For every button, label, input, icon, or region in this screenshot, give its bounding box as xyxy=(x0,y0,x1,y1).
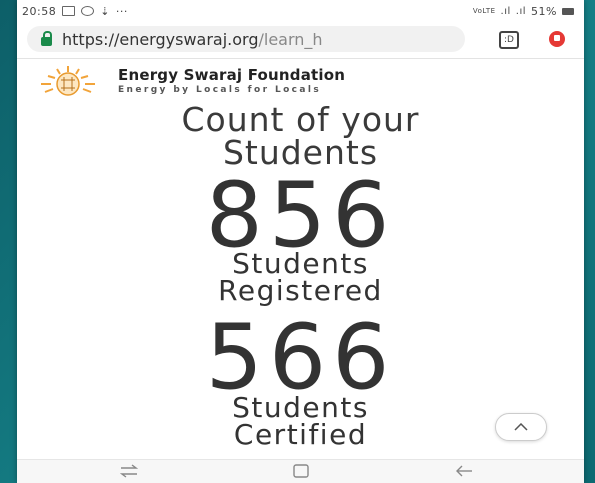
tab-switcher-button[interactable]: :D xyxy=(499,31,519,49)
phone-screen: 20:58 ⇣ ··· VoLTE .ıl .ıl 51% https://en… xyxy=(17,0,584,483)
sun-logo-icon[interactable] xyxy=(33,64,103,98)
gallery-icon xyxy=(62,6,76,16)
whatsapp-icon xyxy=(81,6,95,16)
browser-menu-button[interactable] xyxy=(549,31,565,47)
status-right: VoLTE .ıl .ıl 51% xyxy=(473,5,574,18)
site-header: Energy Swaraj Foundation Energy by Local… xyxy=(17,59,584,103)
home-icon[interactable] xyxy=(293,464,309,478)
counter-heading-text: Count of your Students xyxy=(181,100,420,172)
registered-label-line2: Registered xyxy=(218,274,383,307)
lock-icon xyxy=(41,30,52,46)
signal-icon-2: .ıl xyxy=(515,5,527,17)
android-nav-bar xyxy=(17,459,584,483)
signal-icon: .ıl xyxy=(500,5,511,17)
battery-icon xyxy=(562,7,574,15)
chevron-up-icon xyxy=(514,423,528,431)
status-more: ··· xyxy=(115,4,128,18)
status-left: 20:58 ⇣ ··· xyxy=(22,5,128,18)
url-text[interactable]: https://energyswaraj.org/learn_h xyxy=(62,30,462,49)
browser-toolbar: https://energyswaraj.org/learn_h :D xyxy=(17,22,584,59)
status-bar: 20:58 ⇣ ··· VoLTE .ıl .ıl 51% xyxy=(17,0,584,22)
network-label: VoLTE xyxy=(472,7,496,15)
scroll-to-top-button[interactable] xyxy=(495,413,547,441)
battery-percent: 51% xyxy=(531,4,557,18)
student-counter: Count of your Students 856 Students Regi… xyxy=(17,103,584,459)
back-icon[interactable] xyxy=(455,464,473,478)
url-field[interactable]: https://energyswaraj.org/learn_h xyxy=(27,26,465,52)
counter-heading: Count of your Students xyxy=(17,103,584,169)
certified-count: 566 xyxy=(205,305,396,410)
url-path: /learn_h xyxy=(258,29,323,49)
site-title[interactable]: Energy Swaraj Foundation xyxy=(118,66,345,84)
url-host: https://energyswaraj.org xyxy=(62,29,259,49)
status-time: 20:58 xyxy=(22,4,57,18)
download-icon: ⇣ xyxy=(100,4,110,18)
recent-apps-icon[interactable] xyxy=(120,464,138,478)
site-tagline: Energy by Locals for Locals xyxy=(118,85,322,95)
